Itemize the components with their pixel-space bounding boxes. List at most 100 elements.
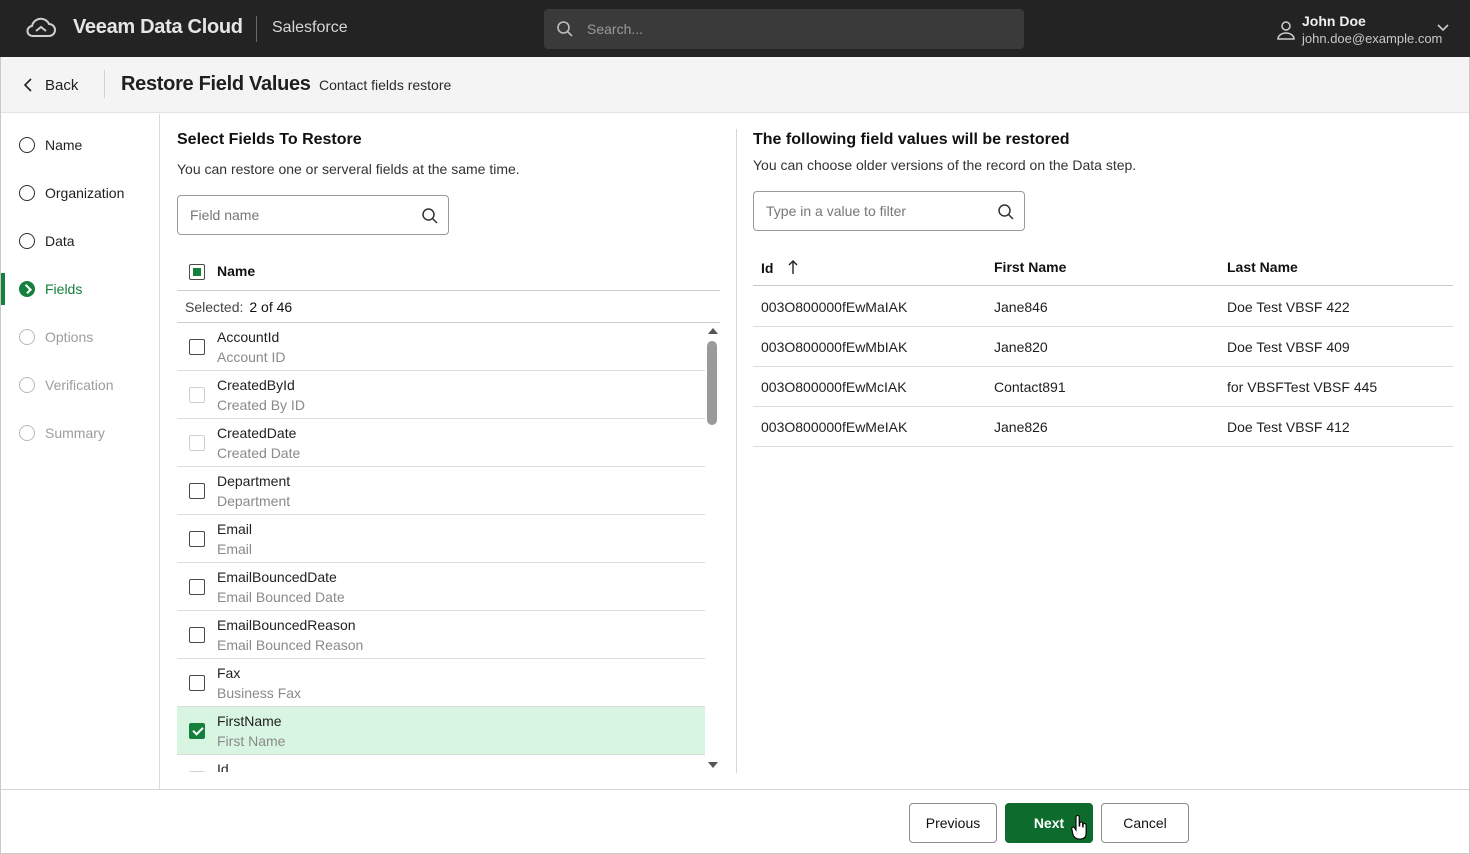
- field-row[interactable]: EmailBouncedReason Email Bounced Reason: [177, 611, 705, 659]
- cell-last-name: Doe Test VBSF 422: [1227, 299, 1350, 315]
- step-radio-icon: [19, 425, 35, 441]
- field-name-input[interactable]: [190, 196, 410, 234]
- field-checkbox[interactable]: [189, 675, 205, 691]
- scroll-up-arrow-icon[interactable]: [708, 328, 718, 334]
- field-api-name: CreatedDate: [217, 425, 297, 441]
- search-icon: [998, 204, 1014, 220]
- cell-id: 003O800000fEwMeIAK: [761, 419, 908, 435]
- column-header-last-name[interactable]: Last Name: [1227, 259, 1298, 275]
- selected-count-line: Selected: 2 of 46: [177, 291, 720, 323]
- field-row[interactable]: Department Department: [177, 467, 705, 515]
- field-row: CreatedDate Created Date: [177, 419, 705, 467]
- value-filter-input[interactable]: [766, 192, 986, 230]
- field-label: Department: [217, 493, 291, 509]
- field-api-name: Department: [217, 473, 291, 489]
- step-radio-icon: [19, 233, 35, 249]
- field-checkbox[interactable]: [189, 579, 205, 595]
- field-api-name: Email: [217, 521, 253, 537]
- select-fields-panel: Select Fields To Restore You can restore…: [161, 114, 736, 789]
- field-row[interactable]: AccountId Account ID: [177, 323, 705, 371]
- field-checkbox: [189, 435, 205, 451]
- select-all-checkbox[interactable]: [189, 264, 205, 280]
- cell-id: 003O800000fEwMbIAK: [761, 339, 908, 355]
- step-radio-icon: [19, 137, 35, 153]
- restore-preview-panel: The following field values will be resto…: [737, 114, 1469, 789]
- field-row: CreatedById Created By ID: [177, 371, 705, 419]
- selected-label: Selected:: [185, 299, 244, 315]
- field-api-name: EmailBouncedReason: [217, 617, 356, 633]
- field-row[interactable]: EmailBouncedDate Email Bounced Date: [177, 563, 705, 611]
- field-row[interactable]: Email Email: [177, 515, 705, 563]
- field-label: Email Bounced Reason: [217, 637, 364, 653]
- select-fields-title: Select Fields To Restore: [177, 131, 362, 148]
- column-header-first-name[interactable]: First Name: [994, 259, 1066, 275]
- field-checkbox: [189, 771, 205, 772]
- restore-preview-description: You can choose older versions of the rec…: [753, 157, 1137, 173]
- field-api-name: FirstName: [217, 713, 282, 729]
- step-radio-icon: [19, 377, 35, 393]
- active-step-indicator: [1, 273, 5, 305]
- step-radio-icon: [19, 185, 35, 201]
- fields-list: AccountId Account ID CreatedById Created…: [177, 323, 705, 772]
- sort-ascending-icon[interactable]: [787, 259, 799, 275]
- field-name-search[interactable]: [177, 195, 449, 235]
- field-checkbox[interactable]: [189, 483, 205, 499]
- field-label: Business Fax: [217, 685, 302, 701]
- user-menu[interactable]: John Doe john.doe@example.com: [1274, 10, 1454, 48]
- cell-last-name: Doe Test VBSF 412: [1227, 419, 1350, 435]
- step-label: Verification: [45, 377, 114, 393]
- field-row-selected[interactable]: FirstName First Name: [177, 707, 705, 755]
- field-api-name: EmailBouncedDate: [217, 569, 337, 585]
- cancel-button[interactable]: Cancel: [1101, 803, 1189, 843]
- step-organization[interactable]: Organization: [1, 169, 159, 217]
- wizard-steps: Name Organization Data Fields Options Ve…: [1, 114, 160, 789]
- restore-preview-title: The following field values will be resto…: [753, 131, 1070, 148]
- step-data[interactable]: Data: [1, 217, 159, 265]
- fields-list-scrollbar[interactable]: [706, 323, 718, 772]
- column-header-label: Id: [761, 260, 774, 276]
- field-api-name: Id: [217, 761, 229, 772]
- global-search[interactable]: [544, 9, 1024, 49]
- previous-button[interactable]: Previous: [909, 803, 997, 843]
- field-row: Id: [177, 755, 705, 772]
- cell-first-name: Jane846: [994, 299, 1048, 315]
- field-api-name: AccountId: [217, 329, 280, 345]
- cell-first-name: Jane826: [994, 419, 1048, 435]
- header-divider: [104, 70, 105, 98]
- cell-first-name: Jane820: [994, 339, 1048, 355]
- brand-name[interactable]: Veeam Data Cloud: [73, 16, 243, 39]
- column-header-id[interactable]: Id: [761, 259, 799, 276]
- scroll-thumb[interactable]: [707, 341, 717, 425]
- step-label: Summary: [45, 425, 105, 441]
- back-button[interactable]: Back: [23, 74, 78, 96]
- table-row: 003O800000fEwMcIAK Contact891 for VBSFTe…: [753, 367, 1453, 407]
- global-search-input[interactable]: [587, 9, 1007, 49]
- field-checkbox-checked[interactable]: [189, 723, 205, 739]
- step-verification: Verification: [1, 361, 159, 409]
- table-header: Id First Name Last Name: [753, 248, 1453, 286]
- field-api-name: Fax: [217, 665, 241, 681]
- scroll-down-arrow-icon[interactable]: [708, 762, 718, 768]
- product-name: Salesforce: [272, 19, 348, 36]
- step-label: Options: [45, 329, 94, 345]
- step-label: Data: [45, 233, 75, 249]
- fields-list-header: Name: [177, 254, 720, 291]
- selected-count: 2 of 46: [249, 299, 293, 315]
- field-checkbox[interactable]: [189, 531, 205, 547]
- step-fields[interactable]: Fields: [1, 265, 159, 313]
- cell-last-name: for VBSFTest VBSF 445: [1227, 379, 1378, 395]
- table-row: 003O800000fEwMeIAK Jane826 Doe Test VBSF…: [753, 407, 1453, 447]
- field-checkbox[interactable]: [189, 339, 205, 355]
- field-checkbox: [189, 387, 205, 403]
- page-title: Restore Field Values: [121, 73, 311, 95]
- chevron-down-icon[interactable]: [1436, 23, 1450, 33]
- select-fields-description: You can restore one or serveral fields a…: [177, 161, 520, 177]
- field-checkbox[interactable]: [189, 627, 205, 643]
- step-label: Organization: [45, 185, 125, 201]
- table-row: 003O800000fEwMbIAK Jane820 Doe Test VBSF…: [753, 327, 1453, 367]
- field-row[interactable]: Fax Business Fax: [177, 659, 705, 707]
- step-name[interactable]: Name: [1, 121, 159, 169]
- column-header-name: Name: [217, 263, 256, 279]
- value-filter[interactable]: [753, 191, 1025, 231]
- table-row: 003O800000fEwMaIAK Jane846 Doe Test VBSF…: [753, 287, 1453, 327]
